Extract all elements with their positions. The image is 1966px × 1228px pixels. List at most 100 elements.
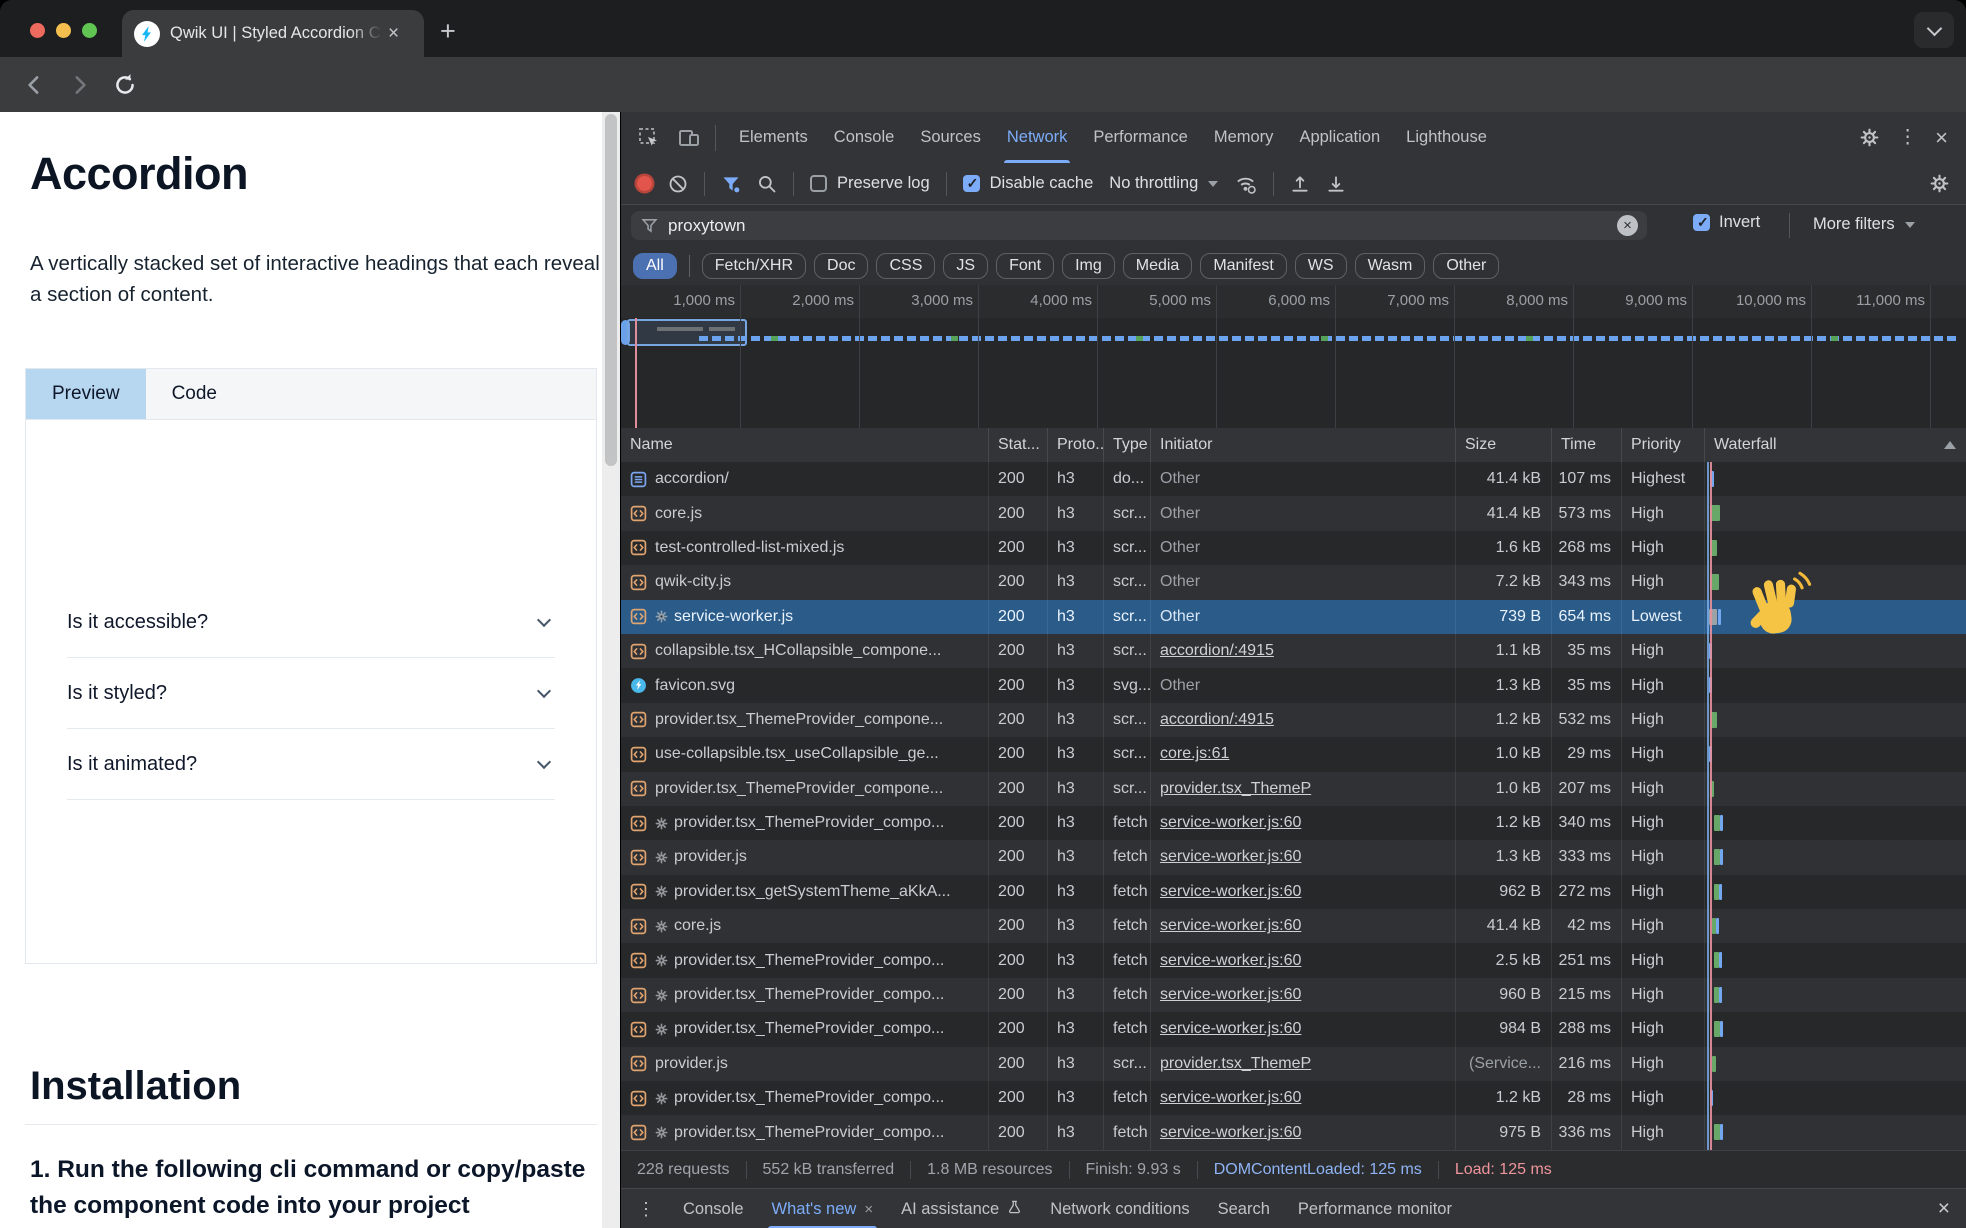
initiator-link[interactable]: accordion/:4915 xyxy=(1160,642,1274,660)
initiator-link[interactable]: service-worker.js:60 xyxy=(1160,1020,1301,1038)
network-overview[interactable] xyxy=(621,318,1966,348)
request-name-cell[interactable]: provider.tsx_ThemeProvider_compo... xyxy=(621,943,989,977)
filter-chip-font[interactable]: Font xyxy=(996,253,1054,279)
network-request-row[interactable]: provider.tsx_ThemeProvider_compo...200h3… xyxy=(621,1081,1966,1115)
column-header-waterfall[interactable]: Waterfall xyxy=(1705,428,1966,462)
drawer-close-icon[interactable]: × xyxy=(1938,1197,1950,1221)
initiator-cell[interactable]: service-worker.js:60 xyxy=(1151,1012,1456,1046)
filter-chip-wasm[interactable]: Wasm xyxy=(1355,253,1426,279)
drawer-tab-what-s-new[interactable]: What's new× xyxy=(758,1189,888,1228)
column-header-protocol[interactable]: Proto... xyxy=(1048,428,1104,462)
request-name-cell[interactable]: provider.js xyxy=(621,1047,989,1081)
tab-search-button[interactable] xyxy=(1914,12,1954,48)
drawer-kebab-menu-icon[interactable]: ⋮ xyxy=(637,1199,655,1220)
request-name-cell[interactable]: accordion/ xyxy=(621,462,989,496)
devtools-tab-lighthouse[interactable]: Lighthouse xyxy=(1393,112,1500,163)
filter-input[interactable]: proxytown × xyxy=(631,211,1647,240)
request-name-cell[interactable]: core.js xyxy=(621,496,989,530)
request-name-cell[interactable]: provider.tsx_ThemeProvider_compo... xyxy=(621,1081,989,1115)
initiator-cell[interactable]: service-worker.js:60 xyxy=(1151,875,1456,909)
throttling-select[interactable]: No throttling xyxy=(1109,174,1218,193)
network-request-row[interactable]: core.js200h3fetchservice-worker.js:6041.… xyxy=(621,909,1966,943)
network-conditions-icon[interactable] xyxy=(1234,172,1257,195)
filter-chip-fetchxhr[interactable]: Fetch/XHR xyxy=(702,253,806,279)
scrollbar-thumb[interactable] xyxy=(605,114,617,466)
request-name-cell[interactable]: provider.tsx_ThemeProvider_compo... xyxy=(621,978,989,1012)
devtools-tab-network[interactable]: Network xyxy=(994,112,1081,163)
filter-chip-other[interactable]: Other xyxy=(1433,253,1499,279)
filter-chip-media[interactable]: Media xyxy=(1123,253,1193,279)
more-filters-dropdown[interactable]: More filters xyxy=(1813,215,1915,234)
page-scrollbar[interactable] xyxy=(602,112,620,1228)
request-name-cell[interactable]: provider.tsx_ThemeProvider_compo... xyxy=(621,1012,989,1046)
initiator-cell[interactable]: service-worker.js:60 xyxy=(1151,1115,1456,1149)
filter-chip-all[interactable]: All xyxy=(633,253,677,279)
overview-selection-window[interactable] xyxy=(627,319,747,346)
disable-cache-checkbox[interactable] xyxy=(963,175,980,192)
column-header-initiator[interactable]: Initiator xyxy=(1151,428,1456,462)
filter-chip-doc[interactable]: Doc xyxy=(814,253,868,279)
column-header-status[interactable]: Stat... xyxy=(989,428,1048,462)
initiator-cell[interactable]: service-worker.js:60 xyxy=(1151,943,1456,977)
close-window-button[interactable] xyxy=(30,23,45,38)
initiator-cell[interactable]: service-worker.js:60 xyxy=(1151,806,1456,840)
drawer-tab-console[interactable]: Console xyxy=(669,1189,758,1228)
network-request-row[interactable]: use-collapsible.tsx_useCollapsible_ge...… xyxy=(621,737,1966,771)
devtools-tab-sources[interactable]: Sources xyxy=(907,112,994,163)
request-name-cell[interactable]: collapsible.tsx_HCollapsible_compone... xyxy=(621,634,989,668)
network-request-row[interactable]: favicon.svg200h3svg...Other1.3 kB35 msHi… xyxy=(621,668,1966,702)
initiator-link[interactable]: core.js:61 xyxy=(1160,745,1229,763)
network-request-row[interactable]: provider.tsx_ThemeProvider_compo...200h3… xyxy=(621,806,1966,840)
filter-chip-css[interactable]: CSS xyxy=(876,253,935,279)
forward-button[interactable] xyxy=(66,72,92,98)
initiator-link[interactable]: service-worker.js:60 xyxy=(1160,814,1301,832)
request-name-cell[interactable]: provider.tsx_ThemeProvider_compo... xyxy=(621,1115,989,1149)
minimize-window-button[interactable] xyxy=(56,23,71,38)
tab-preview[interactable]: Preview xyxy=(26,369,146,419)
record-network-log-button[interactable] xyxy=(637,176,652,191)
initiator-cell[interactable]: accordion/:4915 xyxy=(1151,634,1456,668)
tab-close-icon[interactable]: × xyxy=(388,23,399,45)
initiator-cell[interactable]: service-worker.js:60 xyxy=(1151,909,1456,943)
zoom-window-button[interactable] xyxy=(82,23,97,38)
devtools-tab-performance[interactable]: Performance xyxy=(1080,112,1200,163)
network-request-row[interactable]: provider.tsx_ThemeProvider_compone...200… xyxy=(621,703,1966,737)
request-name-cell[interactable]: provider.tsx_ThemeProvider_compo... xyxy=(621,806,989,840)
network-settings-gear-icon[interactable] xyxy=(1929,173,1950,194)
drawer-tab-performance-monitor[interactable]: Performance monitor xyxy=(1284,1189,1466,1228)
initiator-link[interactable]: provider.tsx_ThemeP xyxy=(1160,780,1311,798)
inspect-element-icon[interactable] xyxy=(637,126,661,150)
network-request-row[interactable]: provider.tsx_ThemeProvider_compo...200h3… xyxy=(621,943,1966,977)
initiator-cell[interactable]: service-worker.js:60 xyxy=(1151,840,1456,874)
request-name-cell[interactable]: provider.tsx_ThemeProvider_compone... xyxy=(621,703,989,737)
initiator-cell[interactable]: accordion/:4915 xyxy=(1151,703,1456,737)
back-button[interactable] xyxy=(22,72,48,98)
initiator-link[interactable]: service-worker.js:60 xyxy=(1160,883,1301,901)
preserve-log-checkbox[interactable] xyxy=(810,175,827,192)
network-request-row[interactable]: provider.tsx_ThemeProvider_compo...200h3… xyxy=(621,1012,1966,1046)
devtools-tab-console[interactable]: Console xyxy=(821,112,908,163)
initiator-link[interactable]: service-worker.js:60 xyxy=(1160,1089,1301,1107)
initiator-link[interactable]: service-worker.js:60 xyxy=(1160,952,1301,970)
import-har-icon[interactable] xyxy=(1290,174,1310,194)
request-name-cell[interactable]: provider.tsx_getSystemTheme_aKkA... xyxy=(621,875,989,909)
devtools-kebab-menu-icon[interactable]: ⋮ xyxy=(1898,126,1917,149)
clear-network-log-icon[interactable] xyxy=(668,174,688,194)
initiator-cell[interactable]: core.js:61 xyxy=(1151,737,1456,771)
column-header-name[interactable]: Name xyxy=(621,428,989,462)
search-icon[interactable] xyxy=(757,174,777,194)
filter-chip-js[interactable]: JS xyxy=(943,253,988,279)
export-har-icon[interactable] xyxy=(1326,174,1346,194)
column-header-type[interactable]: Type xyxy=(1104,428,1151,462)
request-name-cell[interactable]: core.js xyxy=(621,909,989,943)
devtools-tab-memory[interactable]: Memory xyxy=(1201,112,1287,163)
drawer-tab-close-icon[interactable]: × xyxy=(864,1201,873,1218)
request-name-cell[interactable]: favicon.svg xyxy=(621,668,989,702)
network-request-row[interactable]: provider.js200h3scr...provider.tsx_Theme… xyxy=(621,1047,1966,1081)
accordion-item[interactable]: Is it styled? xyxy=(67,658,555,729)
invert-checkbox[interactable] xyxy=(1693,214,1710,231)
column-header-priority[interactable]: Priority xyxy=(1622,428,1705,462)
request-name-cell[interactable]: test-controlled-list-mixed.js xyxy=(621,531,989,565)
drawer-tab-network-conditions[interactable]: Network conditions xyxy=(1036,1189,1203,1228)
initiator-link[interactable]: accordion/:4915 xyxy=(1160,711,1274,729)
